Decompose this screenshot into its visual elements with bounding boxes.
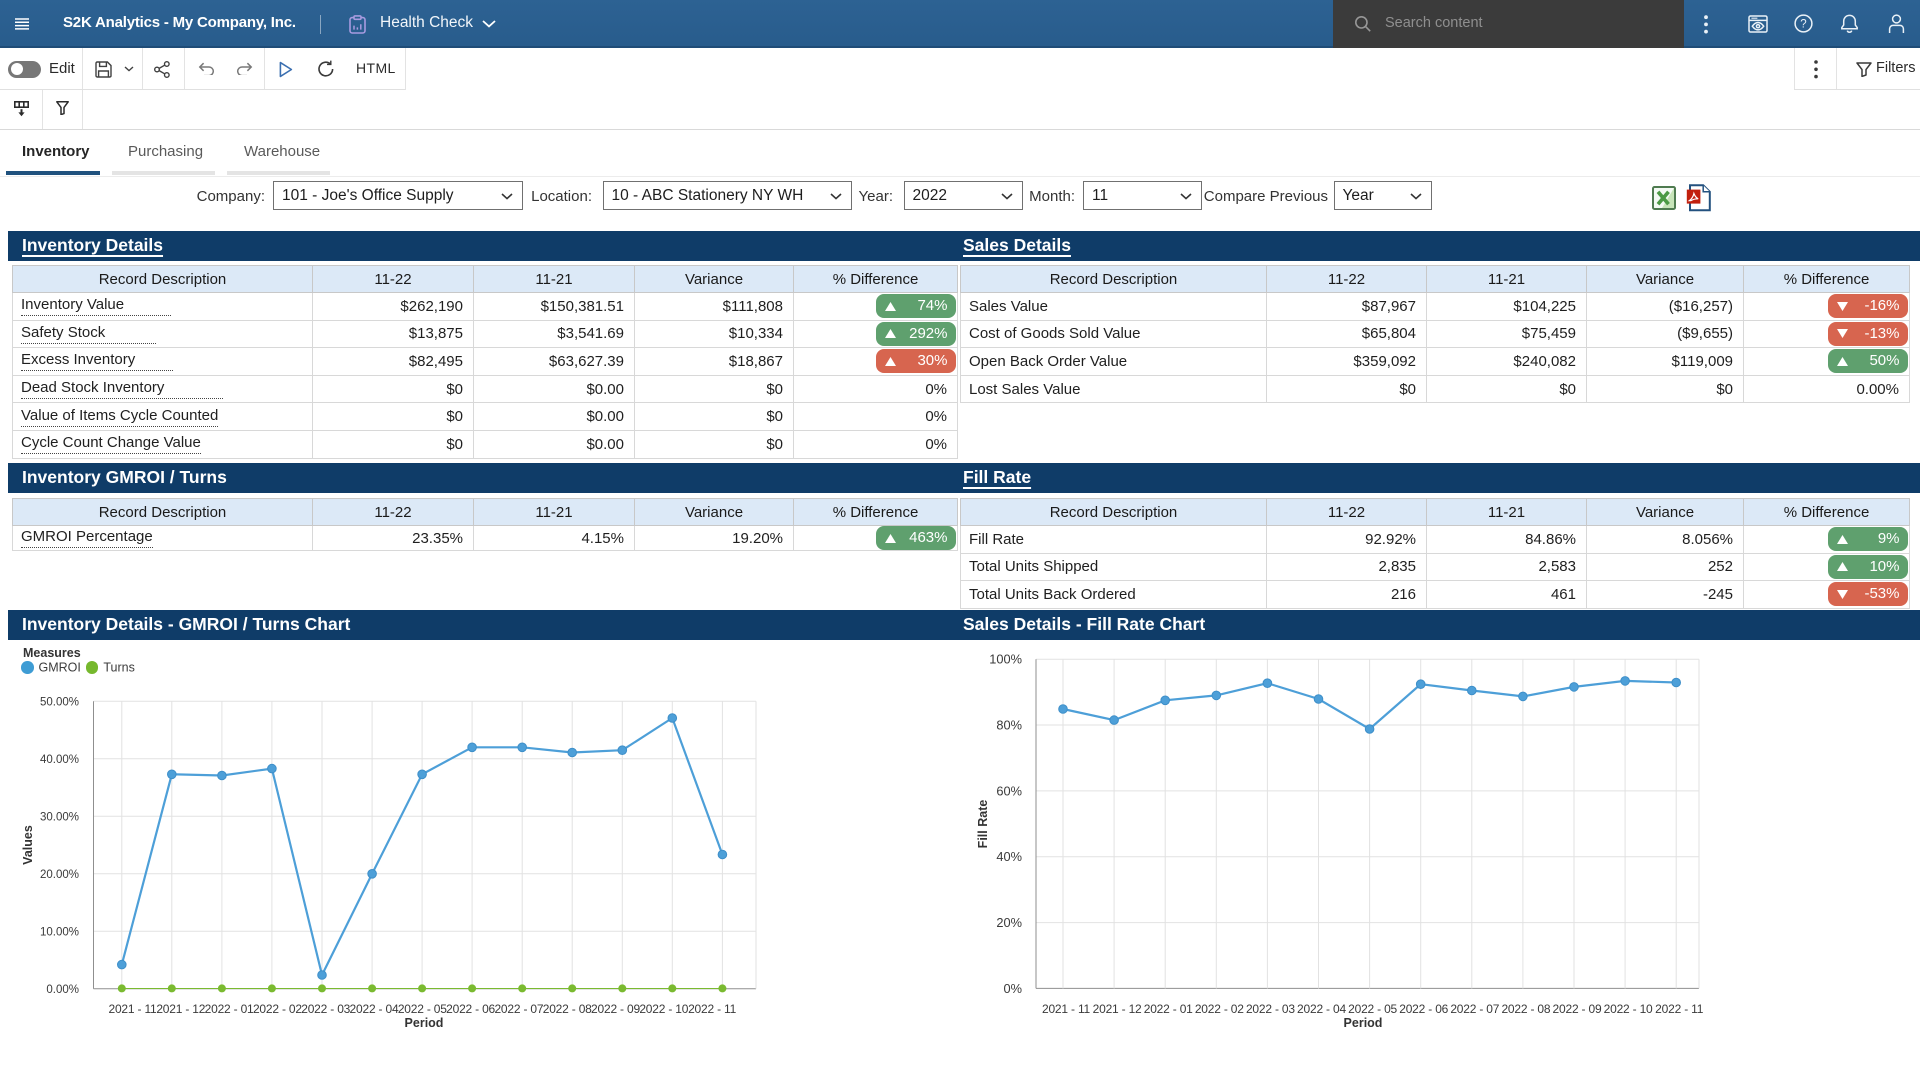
svg-text:60%: 60% — [996, 783, 1022, 798]
svg-text:Period: Period — [1344, 1016, 1383, 1030]
svg-text:0.00%: 0.00% — [46, 984, 79, 996]
svg-text:30.00%: 30.00% — [40, 811, 79, 823]
svg-text:100%: 100% — [989, 652, 1022, 667]
svg-text:2022 - 09: 2022 - 09 — [1553, 1002, 1602, 1016]
svg-text:2022 - 08: 2022 - 08 — [1501, 1002, 1550, 1016]
svg-text:2022 - 06: 2022 - 06 — [1399, 1002, 1448, 1016]
svg-text:Values: Values — [21, 825, 35, 865]
svg-text:2022 - 09: 2022 - 09 — [591, 1002, 640, 1016]
svg-text:10.00%: 10.00% — [40, 926, 79, 938]
svg-text:2022 - 11: 2022 - 11 — [1655, 1002, 1704, 1016]
svg-text:40.00%: 40.00% — [40, 754, 79, 766]
svg-text:2022 - 10: 2022 - 10 — [1604, 1002, 1653, 1016]
svg-text:2022 - 01: 2022 - 01 — [205, 1002, 254, 1016]
svg-text:2021 - 12: 2021 - 12 — [1093, 1002, 1142, 1016]
svg-text:Period: Period — [405, 1016, 444, 1030]
svg-text:80%: 80% — [996, 718, 1022, 733]
svg-text:2022 - 05: 2022 - 05 — [1348, 1002, 1397, 1016]
svg-text:2022 - 06: 2022 - 06 — [446, 1002, 495, 1016]
svg-text:50.00%: 50.00% — [40, 696, 79, 708]
svg-text:2022 - 11: 2022 - 11 — [688, 1002, 737, 1016]
svg-text:2021 - 11: 2021 - 11 — [108, 1002, 157, 1016]
svg-text:2021 - 12: 2021 - 12 — [156, 1002, 205, 1016]
svg-text:2022 - 03: 2022 - 03 — [301, 1002, 350, 1016]
svg-text:2022 - 08: 2022 - 08 — [543, 1002, 592, 1016]
svg-text:2021 - 11: 2021 - 11 — [1042, 1002, 1091, 1016]
svg-text:2022 - 07: 2022 - 07 — [494, 1002, 543, 1016]
svg-text:2022 - 05: 2022 - 05 — [398, 1002, 447, 1016]
svg-text:2022 - 04: 2022 - 04 — [350, 1002, 399, 1016]
svg-text:2022 - 04: 2022 - 04 — [1297, 1002, 1346, 1016]
svg-text:20.00%: 20.00% — [40, 869, 79, 881]
svg-text:2022 - 03: 2022 - 03 — [1246, 1002, 1295, 1016]
svg-text:2022 - 02: 2022 - 02 — [253, 1002, 302, 1016]
svg-text:2022 - 07: 2022 - 07 — [1450, 1002, 1499, 1016]
svg-text:Fill Rate: Fill Rate — [976, 800, 990, 849]
svg-text:40%: 40% — [996, 849, 1022, 864]
svg-text:20%: 20% — [996, 915, 1022, 930]
svg-text:2022 - 02: 2022 - 02 — [1195, 1002, 1244, 1016]
svg-text:2022 - 10: 2022 - 10 — [639, 1002, 688, 1016]
svg-text:2022 - 01: 2022 - 01 — [1144, 1002, 1193, 1016]
svg-text:?: ? — [1800, 19, 1806, 31]
svg-text:0%: 0% — [1004, 981, 1023, 996]
